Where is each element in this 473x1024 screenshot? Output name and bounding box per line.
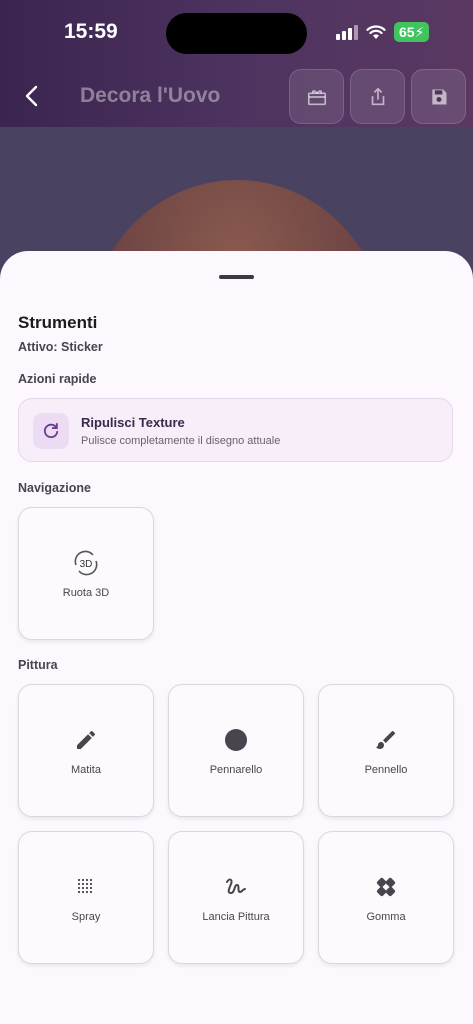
dynamic-island [166,13,307,54]
gift-icon [307,89,326,105]
tool-paint-throw[interactable]: Lancia Pittura [168,831,304,964]
gift-button[interactable] [289,69,344,124]
pencil-icon [19,727,153,753]
tool-rotate-3d[interactable]: 3D Ruota 3D [18,507,154,640]
signal-icon [336,24,358,40]
page-title: Decora l'Uovo [80,84,221,107]
clear-texture-title: Ripulisci Texture [81,415,185,430]
spray-icon [19,874,153,900]
share-button[interactable] [350,69,405,124]
section-quick-actions: Azioni rapide [18,372,97,386]
wifi-icon [366,24,386,39]
tool-label: Pennello [364,764,408,776]
eraser-icon [319,874,453,900]
rotate-3d-icon: 3D [19,550,153,576]
tool-label: Ruota 3D [62,587,110,599]
tools-bottom-sheet: Strumenti Attivo: Sticker Azioni rapide … [0,251,473,1024]
floppy-disk-icon [431,89,446,104]
status-time: 15:59 [64,20,118,43]
svg-text:3D: 3D [80,559,93,570]
brush-icon [319,727,453,753]
squiggle-icon [169,874,303,900]
refresh-icon [33,413,69,449]
battery-level: 65 [399,24,415,40]
sheet-drag-handle[interactable] [219,275,254,279]
circle-icon [169,727,303,753]
tool-label: Spray [71,911,101,923]
tool-label: Pennarello [209,764,263,776]
tool-label: Lancia Pittura [202,911,270,923]
active-tool-label: Attivo: Sticker [18,340,103,354]
section-painting: Pittura [18,658,58,672]
save-button[interactable] [411,69,466,124]
clear-texture-subtitle: Pulisce completamente il disegno attuale [81,435,281,447]
section-navigation: Navigazione [18,481,91,495]
back-arrow-icon[interactable] [20,84,44,108]
tool-pencil[interactable]: Matita [18,684,154,817]
tool-label: Gomma [366,911,406,923]
share-icon [371,87,384,105]
clear-texture-button[interactable]: Ripulisci Texture Pulisce completamente … [18,398,453,462]
charging-icon: ⚡ [414,24,425,40]
sheet-title: Strumenti [18,313,98,332]
tool-brush[interactable]: Pennello [318,684,454,817]
status-icons: 65⚡ [336,22,430,42]
tool-eraser[interactable]: Gomma [318,831,454,964]
tool-marker[interactable]: Pennarello [168,684,304,817]
battery-indicator: 65⚡ [394,22,430,42]
tool-spray[interactable]: Spray [18,831,154,964]
tool-label: Matita [71,764,101,776]
